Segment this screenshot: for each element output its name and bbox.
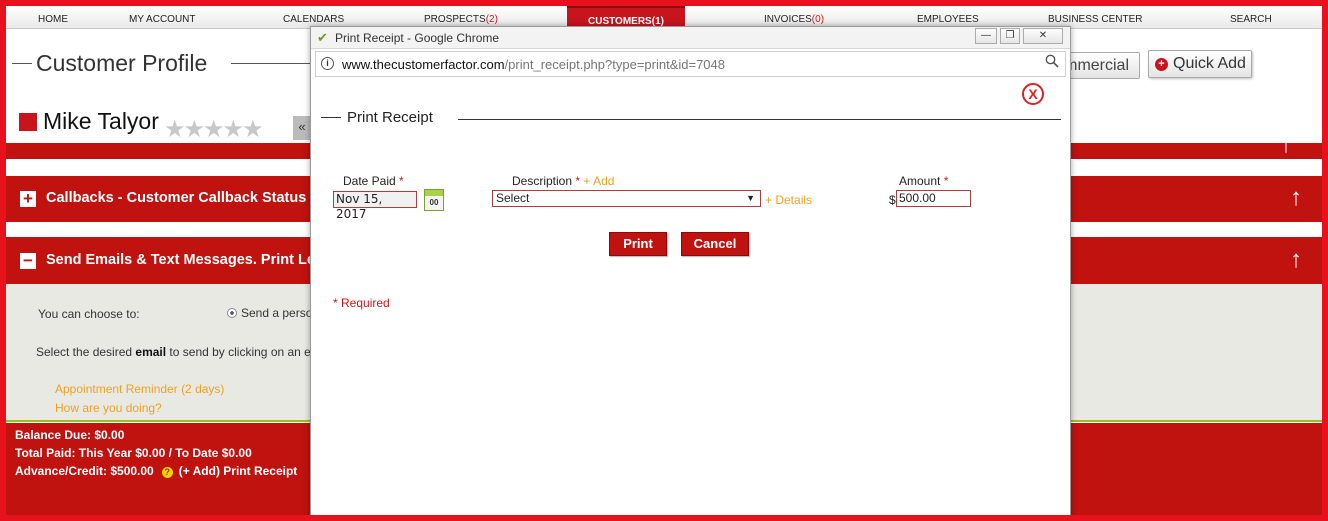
choose-label: You can choose to: bbox=[38, 307, 140, 321]
required-note: * Required bbox=[333, 296, 390, 310]
nav-label: BUSINESS CENTER bbox=[1048, 14, 1143, 25]
calendar-icon[interactable]: 00 bbox=[424, 189, 444, 211]
url-path: /print_receipt.php?type=print&id=7048 bbox=[504, 57, 725, 72]
date-paid-label: Date Paid * bbox=[343, 174, 404, 188]
required-mark: * bbox=[943, 174, 949, 188]
heading-text: Print Receipt bbox=[347, 109, 433, 126]
customer-name: Mike Talyor bbox=[43, 108, 159, 134]
description-select[interactable]: Select ▼ bbox=[492, 190, 761, 207]
commercial-button-label: mmercial bbox=[1064, 57, 1129, 74]
nav-label: CALENDARS bbox=[283, 14, 345, 25]
instruction-text: Select the desired bbox=[36, 345, 136, 359]
details-link[interactable]: + Details bbox=[765, 193, 812, 207]
amount-label: Amount * bbox=[899, 174, 948, 188]
url-text[interactable]: www.thecustomerfactor.com/print_receipt.… bbox=[342, 57, 725, 72]
radio-icon[interactable] bbox=[227, 308, 237, 318]
nav-label: SEARCH bbox=[1230, 14, 1272, 25]
heading-rule bbox=[321, 117, 341, 118]
add-description-link[interactable]: + Add bbox=[583, 174, 614, 188]
radio-label: Send a perso bbox=[241, 306, 313, 320]
balance-due: Balance Due: $0.00 bbox=[15, 428, 125, 442]
page-title-text: Customer Profile bbox=[36, 49, 208, 76]
window-close-button[interactable]: ✕ bbox=[1023, 28, 1063, 44]
advance-credit-line: Advance/Credit: $500.00? (+ Add) Print Re… bbox=[15, 464, 297, 478]
title-rule bbox=[12, 62, 32, 64]
window-title: Print Receipt - Google Chrome bbox=[335, 31, 500, 45]
select-value: Select bbox=[496, 191, 530, 205]
close-dialog-button[interactable]: X bbox=[1022, 83, 1044, 105]
label-text: Date Paid bbox=[343, 174, 396, 188]
cancel-button[interactable]: Cancel bbox=[681, 232, 749, 256]
plus-circle-icon: + bbox=[1155, 58, 1168, 71]
nav-label: INVOICES bbox=[764, 14, 812, 25]
nav-label: EMPLOYEES bbox=[917, 14, 979, 25]
instruction-bold: email bbox=[135, 345, 167, 359]
description-label: Description * + Add bbox=[512, 174, 614, 188]
window-titlebar[interactable]: ✔ Print Receipt - Google Chrome — ❐ ✕ bbox=[311, 27, 1070, 49]
zoom-icon[interactable] bbox=[1045, 54, 1059, 72]
help-icon[interactable]: ? bbox=[161, 467, 173, 478]
nav-count: (0) bbox=[811, 14, 825, 25]
info-icon[interactable]: i bbox=[321, 57, 334, 70]
section-title: Callbacks - Customer Callback Status & I… bbox=[46, 190, 343, 206]
print-receipt-link[interactable]: (+ Add) Print Receipt bbox=[179, 464, 298, 478]
print-receipt-window: ✔ Print Receipt - Google Chrome — ❐ ✕ i … bbox=[310, 26, 1071, 521]
quick-add-button[interactable]: + Quick Add bbox=[1148, 50, 1252, 78]
url-host: www.thecustomerfactor.com bbox=[342, 57, 505, 72]
dropdown-caret-icon: ▼ bbox=[746, 193, 755, 203]
currency-symbol: $ bbox=[889, 193, 896, 207]
select-email-instructions: Select the desired email to send by clic… bbox=[36, 345, 311, 359]
rating-stars[interactable]: ★★★★★ bbox=[164, 115, 264, 144]
collapse-arrow-icon[interactable]: ↑ bbox=[1280, 131, 1292, 159]
send-personal-radio[interactable]: Send a perso bbox=[227, 306, 312, 320]
nav-label: HOME bbox=[38, 14, 68, 25]
advance-credit: Advance/Credit: $500.00 bbox=[15, 464, 154, 478]
app-logo-icon: ✔ bbox=[317, 30, 328, 45]
print-button[interactable]: Print bbox=[609, 232, 667, 256]
label-text: Description bbox=[512, 174, 573, 188]
print-receipt-heading: Print Receipt bbox=[321, 109, 433, 126]
total-paid: Total Paid: This Year $0.00 / To Date $0… bbox=[15, 446, 252, 460]
collapse-toggle-button[interactable]: « bbox=[293, 116, 311, 140]
amount-input[interactable]: 500.00 bbox=[896, 190, 971, 207]
heading-rule-right bbox=[458, 119, 1061, 120]
nav-label: PROSPECTS bbox=[424, 14, 486, 25]
customer-header: Mike Talyor bbox=[19, 108, 159, 135]
page-title: Customer Profile bbox=[12, 48, 331, 78]
arrow-up-icon[interactable]: ↑ bbox=[1290, 184, 1302, 212]
address-bar[interactable]: i www.thecustomerfactor.com/print_receip… bbox=[315, 51, 1066, 77]
nav-count: (2) bbox=[485, 14, 498, 25]
collapse-icon[interactable]: − bbox=[20, 252, 36, 269]
email-template-link[interactable]: How are you doing? bbox=[55, 401, 162, 415]
expand-icon[interactable]: + bbox=[20, 190, 36, 207]
nav-search[interactable]: SEARCH bbox=[1230, 6, 1272, 29]
required-mark: * bbox=[575, 174, 581, 188]
nav-label: MY ACCOUNT bbox=[129, 14, 196, 25]
quick-add-label: Quick Add bbox=[1173, 55, 1246, 72]
nav-home[interactable]: HOME bbox=[38, 6, 68, 29]
label-text: Amount bbox=[899, 174, 941, 188]
instruction-text: to send by clicking on an e bbox=[166, 345, 311, 359]
date-paid-input[interactable]: Nov 15, 2017 bbox=[333, 191, 417, 221]
section-title: Send Emails & Text Messages. Print Lette… bbox=[46, 252, 347, 268]
customer-status-square bbox=[19, 112, 37, 131]
minimize-button[interactable]: — bbox=[975, 28, 997, 44]
arrow-up-icon[interactable]: ↑ bbox=[1290, 246, 1302, 274]
restore-button[interactable]: ❐ bbox=[1000, 28, 1020, 44]
email-template-link[interactable]: Appointment Reminder (2 days) bbox=[55, 382, 224, 396]
nav-my-account[interactable]: MY ACCOUNT bbox=[129, 6, 196, 29]
required-mark: * bbox=[399, 174, 404, 188]
